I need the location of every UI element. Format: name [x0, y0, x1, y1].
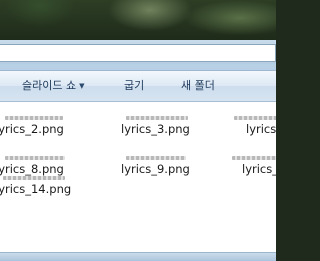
address-field[interactable]: [0, 44, 276, 62]
thumbnail-strip: [232, 156, 276, 160]
thumbnail-strip: [234, 116, 276, 120]
file-name: lyrics_2.png: [0, 122, 64, 136]
file-item[interactable]: lyrics_2.png: [0, 116, 75, 138]
file-name: lyrics_: [242, 162, 276, 176]
file-name: lyrics_14.png: [0, 182, 72, 196]
slideshow-label: 슬라이드 쇼: [22, 79, 77, 92]
thumbnail-strip: [5, 156, 65, 160]
file-item[interactable]: lyrics_: [232, 156, 276, 178]
file-item[interactable]: lyrics_: [234, 116, 276, 138]
file-name: lyrics_8.png: [0, 162, 64, 176]
file-list: lyrics_2.png lyrics_3.png lyrics_ lyrics…: [0, 102, 276, 252]
burn-button[interactable]: 굽기: [124, 71, 144, 101]
file-item[interactable]: lyrics_3.png: [121, 116, 201, 138]
command-toolbar: 슬라이드 쇼 ▼ 굽기 새 폴더: [0, 70, 276, 102]
file-item[interactable]: lyrics_9.png: [121, 156, 201, 178]
new-folder-button[interactable]: 새 폴더: [181, 71, 215, 101]
thumbnail-strip: [126, 116, 188, 120]
file-name: lyrics_3.png: [121, 122, 190, 136]
file-item[interactable]: lyrics_8.png: [0, 156, 75, 178]
thumbnail-strip: [5, 116, 63, 120]
thumbnail-strip: [3, 176, 65, 180]
burn-label: 굽기: [124, 79, 145, 92]
file-item[interactable]: lyrics_14.png: [0, 176, 85, 198]
new-folder-label: 새 폴더: [181, 79, 215, 92]
file-name: lyrics_: [246, 122, 276, 136]
thumbnail-strip: [126, 156, 186, 160]
slideshow-button[interactable]: 슬라이드 쇼 ▼: [22, 71, 85, 101]
status-strip: [0, 252, 276, 260]
chevron-down-icon: ▼: [79, 82, 85, 90]
file-name: lyrics_9.png: [121, 162, 190, 176]
